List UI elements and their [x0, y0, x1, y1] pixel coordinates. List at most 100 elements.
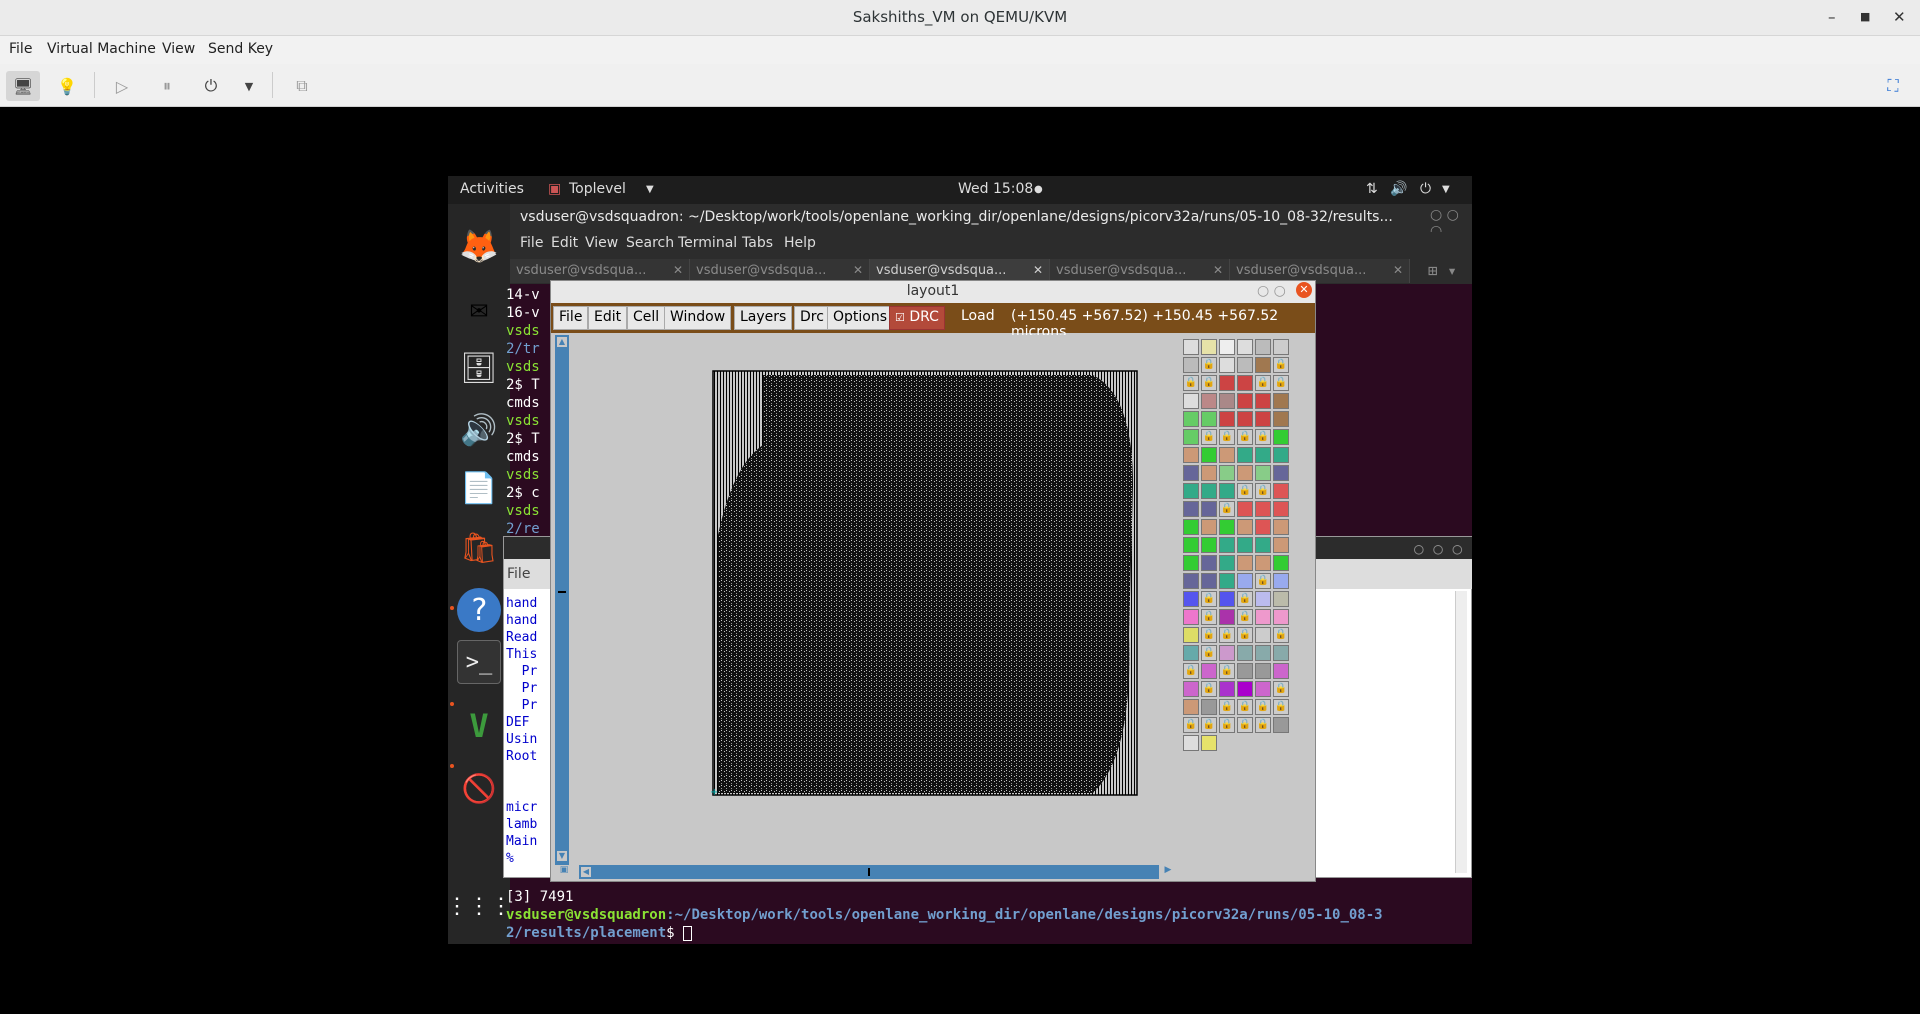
scroll-right-icon[interactable]: ▶	[1161, 865, 1175, 879]
tk-menu-file[interactable]: File	[507, 566, 530, 582]
layer-swatch[interactable]: 🔒	[1273, 375, 1289, 391]
layer-swatch[interactable]	[1219, 609, 1235, 625]
layer-swatch[interactable]	[1273, 717, 1289, 733]
layer-swatch[interactable]: 🔒	[1255, 699, 1271, 715]
files-icon[interactable]: 🗄	[457, 346, 501, 390]
minimize-icon[interactable]: –	[1828, 8, 1836, 26]
layer-swatch[interactable]: 🔒	[1201, 681, 1217, 697]
layer-swatch[interactable]	[1183, 501, 1199, 517]
layer-swatch[interactable]: 🔒	[1273, 699, 1289, 715]
layer-swatch[interactable]	[1201, 465, 1217, 481]
layer-swatch[interactable]	[1237, 393, 1253, 409]
layer-swatch[interactable]	[1219, 519, 1235, 535]
menu-send-key[interactable]: Send Key	[208, 41, 273, 57]
magic-window-button[interactable]: Window	[664, 306, 732, 330]
layer-swatch[interactable]	[1273, 519, 1289, 535]
layer-swatch[interactable]: 🔒	[1201, 609, 1217, 625]
network-icon[interactable]: ⇅	[1366, 181, 1378, 197]
close-icon[interactable]: ✕	[1893, 8, 1906, 26]
layer-swatch[interactable]	[1255, 609, 1271, 625]
layer-swatch[interactable]: 🔒	[1183, 717, 1199, 733]
magic-vertical-scrollbar[interactable]: ▲ ▼	[555, 335, 569, 865]
layer-swatch[interactable]	[1237, 663, 1253, 679]
layer-swatch[interactable]	[1183, 519, 1199, 535]
scroll-up-icon[interactable]: ▲	[557, 337, 567, 347]
layer-swatch[interactable]	[1183, 573, 1199, 589]
layer-swatch[interactable]	[1219, 555, 1235, 571]
layer-swatch[interactable]	[1183, 483, 1199, 499]
layer-swatch[interactable]	[1255, 465, 1271, 481]
layer-swatch[interactable]	[1237, 357, 1253, 373]
layer-swatch[interactable]	[1219, 339, 1235, 355]
layer-swatch[interactable]	[1183, 537, 1199, 553]
layer-swatch[interactable]	[1273, 339, 1289, 355]
zoom-box-icon[interactable]: ▣	[557, 865, 571, 879]
layer-swatch[interactable]	[1255, 411, 1271, 427]
layer-swatch[interactable]	[1183, 555, 1199, 571]
layer-swatch[interactable]: 🔒	[1219, 429, 1235, 445]
layer-swatch[interactable]	[1201, 663, 1217, 679]
layer-swatch[interactable]	[1183, 627, 1199, 643]
layer-swatch[interactable]	[1183, 735, 1199, 751]
vertical-scroll-thumb[interactable]	[558, 591, 566, 593]
scroll-down-icon[interactable]: ▼	[557, 851, 567, 861]
status-chevron-icon[interactable]: ▼	[1442, 184, 1450, 195]
layer-swatch[interactable]	[1237, 555, 1253, 571]
maximize-icon[interactable]: ■	[1860, 10, 1870, 23]
layer-swatch[interactable]: 🔒	[1219, 663, 1235, 679]
layer-swatch[interactable]: 🔒	[1201, 591, 1217, 607]
layer-swatch[interactable]	[1237, 519, 1253, 535]
layer-swatch[interactable]	[1255, 555, 1271, 571]
layer-swatch[interactable]	[1273, 429, 1289, 445]
layer-swatch[interactable]: 🔒	[1273, 681, 1289, 697]
layer-swatch[interactable]: 🔒	[1219, 717, 1235, 733]
layout-canvas[interactable]: +	[573, 335, 1173, 865]
run-icon[interactable]: ▷	[105, 71, 139, 101]
layer-swatch[interactable]: 🔒	[1183, 375, 1199, 391]
layer-swatch[interactable]	[1201, 339, 1217, 355]
clock[interactable]: Wed 15:08	[958, 181, 1033, 197]
layer-swatch[interactable]	[1237, 501, 1253, 517]
layer-swatch[interactable]	[1201, 483, 1217, 499]
rhythmbox-icon[interactable]: 🔊	[457, 408, 501, 452]
new-tab-icon[interactable]: ⊞ ▾	[1428, 261, 1457, 280]
layer-swatch[interactable]	[1201, 411, 1217, 427]
details-bulb-icon[interactable]: 💡	[50, 71, 84, 101]
layer-swatch[interactable]: 🔒	[1237, 609, 1253, 625]
fullscreen-icon[interactable]: ⛶	[1876, 71, 1910, 101]
layer-swatch[interactable]	[1273, 501, 1289, 517]
layer-swatch[interactable]	[1183, 339, 1199, 355]
layer-swatch[interactable]	[1183, 357, 1199, 373]
layer-swatch[interactable]	[1255, 645, 1271, 661]
firefox-icon[interactable]: 🦊	[457, 224, 501, 268]
layer-swatch[interactable]	[1183, 465, 1199, 481]
layer-swatch[interactable]	[1201, 393, 1217, 409]
layer-swatch[interactable]: 🔒	[1237, 627, 1253, 643]
layer-swatch[interactable]	[1183, 609, 1199, 625]
layer-swatch[interactable]	[1255, 447, 1271, 463]
layer-swatch[interactable]	[1237, 375, 1253, 391]
power-icon[interactable]: ⏻	[194, 71, 228, 101]
layer-swatch[interactable]	[1237, 447, 1253, 463]
show-apps-icon[interactable]: ⋮⋮⋮	[448, 884, 512, 928]
layer-swatch[interactable]	[1201, 447, 1217, 463]
layer-swatch[interactable]: 🔒	[1237, 483, 1253, 499]
menu-view[interactable]: View	[162, 41, 195, 57]
layer-swatch[interactable]	[1183, 393, 1199, 409]
layer-swatch[interactable]	[1273, 645, 1289, 661]
layer-swatch[interactable]	[1219, 447, 1235, 463]
magic-horizontal-scrollbar[interactable]: ▣ ◀ ▶	[557, 865, 1175, 879]
layer-swatch[interactable]	[1219, 357, 1235, 373]
layer-swatch[interactable]	[1183, 591, 1199, 607]
layer-swatch[interactable]	[1219, 537, 1235, 553]
layer-swatch[interactable]	[1255, 537, 1271, 553]
layer-swatch[interactable]	[1273, 483, 1289, 499]
snapshot-icon[interactable]: ⧉	[285, 71, 319, 101]
power-status-icon[interactable]: ⏻	[1420, 181, 1431, 197]
layer-swatch[interactable]	[1219, 465, 1235, 481]
term-menu-view[interactable]: View	[585, 235, 618, 251]
magic-drc-button[interactable]: Drc	[794, 306, 830, 330]
layer-swatch[interactable]: 🔒	[1255, 429, 1271, 445]
layer-swatch[interactable]	[1201, 699, 1217, 715]
layer-swatch[interactable]	[1219, 375, 1235, 391]
